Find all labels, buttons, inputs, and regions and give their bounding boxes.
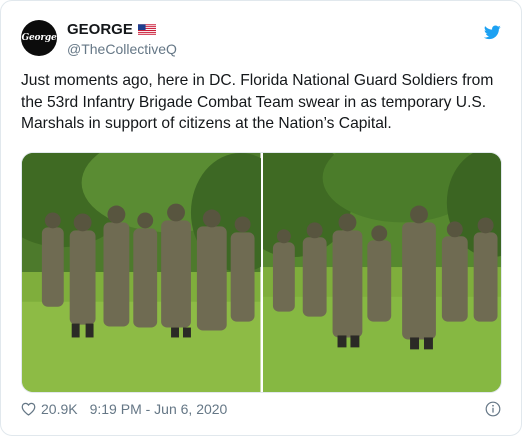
us-flag-icon [137,23,156,36]
tweet-card: George GEORGE @TheCollectiveQ Just momen… [0,0,522,436]
author-handle[interactable]: @TheCollectiveQ [67,41,177,57]
twitter-bird-icon[interactable] [484,25,501,40]
tweet-photo-left[interactable] [22,153,261,392]
photo-right-image [262,153,501,392]
tweet-media[interactable] [21,152,502,393]
photo-left-image [22,153,261,392]
tweet-text: Just moments ago, here in DC. Florida Na… [21,72,494,132]
author-name[interactable]: GEORGE [67,21,133,38]
tweet-footer: 20.9K 9:19 PM - Jun 6, 2020 [21,401,227,417]
heart-icon[interactable] [21,402,36,416]
avatar-logo-text: George [21,33,57,43]
avatar[interactable]: George [21,20,57,56]
like-count[interactable]: 20.9K [41,401,78,417]
author-name-row[interactable]: GEORGE [67,21,156,38]
info-icon[interactable] [485,401,501,417]
tweet-timestamp[interactable]: 9:19 PM - Jun 6, 2020 [90,401,228,417]
tweet-photo-right[interactable] [262,153,501,392]
